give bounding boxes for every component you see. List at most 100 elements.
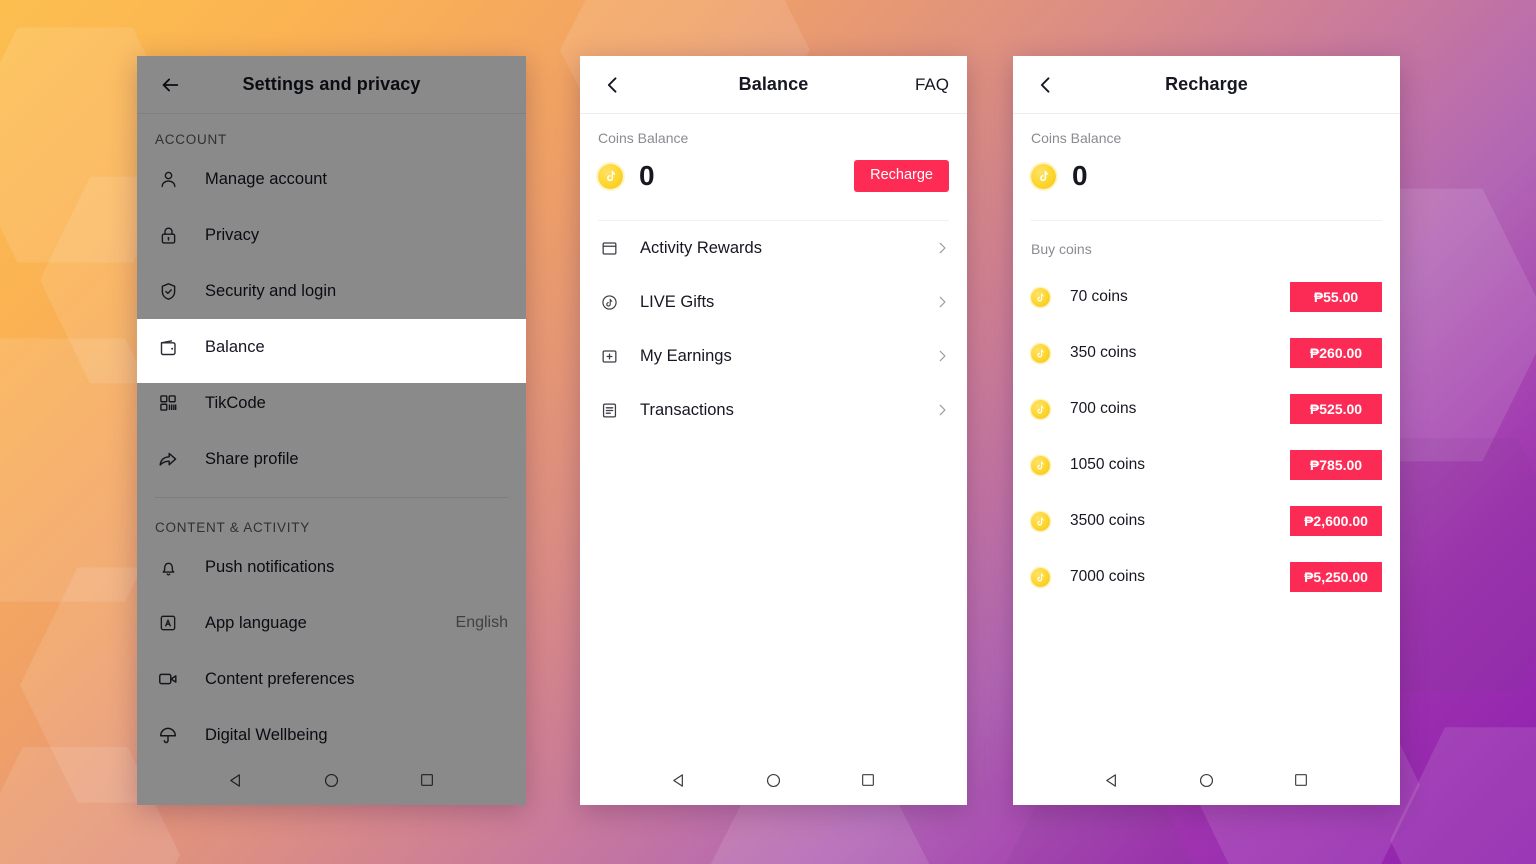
back-triangle-icon[interactable]: [660, 761, 698, 799]
sidebar-item-manage-account[interactable]: Manage account: [137, 151, 526, 207]
coin-package-price-button[interactable]: ₱785.00: [1290, 449, 1382, 481]
sidebar-item-privacy[interactable]: Privacy: [137, 207, 526, 263]
coin-package-price-button[interactable]: ₱55.00: [1290, 281, 1382, 313]
sidebar-item-app-language[interactable]: App language English: [137, 595, 526, 651]
sidebar-item-content-preferences[interactable]: Content preferences: [137, 651, 526, 707]
sidebar-item-label: App language: [205, 613, 307, 632]
coin-package-row[interactable]: 350 coins ₱260.00: [1013, 325, 1400, 381]
buy-coins-label: Buy coins: [1031, 241, 1092, 257]
section-label-content-activity: CONTENT & ACTIVITY: [155, 520, 311, 535]
screenshot-root: Settings and privacy ACCOUNT Manage acco…: [0, 0, 1536, 864]
balance-body: Coins Balance 0 Recharge Activity Reward…: [580, 114, 967, 755]
tiktok-coin-icon: [1031, 343, 1050, 363]
tiktok-coin-icon: [1031, 399, 1050, 419]
recents-square-icon[interactable]: [1282, 761, 1320, 799]
recharge-header: Recharge: [1013, 56, 1400, 114]
sidebar-item-tikcode[interactable]: TikCode: [137, 375, 526, 431]
settings-header: Settings and privacy: [137, 56, 526, 114]
back-triangle-icon[interactable]: [1093, 761, 1131, 799]
section-label-account: ACCOUNT: [155, 132, 227, 147]
faq-button[interactable]: FAQ: [915, 75, 949, 95]
sidebar-item-label: Security and login: [205, 281, 337, 300]
chevron-right-icon: [935, 241, 949, 255]
home-circle-icon[interactable]: [313, 761, 351, 799]
video-icon: [155, 666, 181, 692]
chevron-left-icon[interactable]: [598, 70, 628, 100]
coin-package-label: 1050 coins: [1070, 456, 1145, 473]
sidebar-item-label: Content preferences: [205, 669, 355, 688]
recharge-body: Coins Balance 0 Buy coins 70 coins ₱55.0…: [1013, 114, 1400, 755]
coin-package-price-button[interactable]: ₱260.00: [1290, 337, 1382, 369]
sidebar-item-security-and-login[interactable]: Security and login: [137, 263, 526, 319]
recents-square-icon[interactable]: [849, 761, 887, 799]
page-title: Settings and privacy: [242, 74, 421, 94]
chevron-left-icon[interactable]: [1031, 70, 1061, 100]
sidebar-item-value: English: [455, 614, 508, 631]
system-navigation-bar: [1013, 755, 1400, 805]
coins-balance-label: Coins Balance: [1031, 130, 1122, 146]
chevron-right-icon: [935, 349, 949, 363]
page-title: Balance: [738, 74, 809, 94]
balance-header: Balance FAQ: [580, 56, 967, 114]
home-circle-icon[interactable]: [1187, 761, 1225, 799]
tiktok-coin-icon: [1031, 455, 1050, 475]
menu-item-transactions[interactable]: Transactions: [580, 383, 967, 437]
recharge-button[interactable]: Recharge: [854, 160, 949, 192]
menu-item-label: LIVE Gifts: [640, 292, 715, 311]
lock-icon: [155, 222, 181, 248]
chevron-right-icon: [935, 403, 949, 417]
coins-balance-row: 0 Recharge: [580, 146, 967, 198]
coin-package-row[interactable]: 700 coins ₱525.00: [1013, 381, 1400, 437]
person-icon: [155, 166, 181, 192]
bell-icon: [155, 554, 181, 580]
coin-package-label: 350 coins: [1070, 344, 1137, 361]
sidebar-item-label: Balance: [205, 337, 265, 356]
back-triangle-icon[interactable]: [218, 761, 256, 799]
menu-item-my-earnings[interactable]: My Earnings: [580, 329, 967, 383]
menu-item-label: Activity Rewards: [640, 238, 762, 257]
recents-square-icon[interactable]: [408, 761, 446, 799]
coin-package-label: 7000 coins: [1070, 568, 1145, 585]
tiktok-coin-icon: [1031, 511, 1050, 531]
menu-item-live-gifts[interactable]: LIVE Gifts: [580, 275, 967, 329]
page-title: Recharge: [1165, 74, 1248, 94]
arrow-left-icon[interactable]: [155, 70, 185, 100]
sidebar-item-share-profile[interactable]: Share profile: [137, 431, 526, 487]
coin-package-price-button[interactable]: ₱2,600.00: [1290, 505, 1382, 537]
coins-balance-value: 0: [1072, 160, 1088, 191]
tiktok-coin-icon: [598, 163, 623, 189]
sidebar-item-digital-wellbeing[interactable]: Digital Wellbeing: [137, 707, 526, 755]
sidebar-item-label: Push notifications: [205, 557, 335, 576]
sidebar-item-label: Share profile: [205, 449, 299, 468]
coin-package-label: 700 coins: [1070, 400, 1137, 417]
coin-package-row[interactable]: 7000 coins ₱5,250.00: [1013, 549, 1400, 605]
sidebar-item-label: Privacy: [205, 225, 260, 244]
recharge-screen: Recharge Coins Balance 0 Buy coins 70 co…: [1013, 56, 1400, 805]
coin-package-row[interactable]: 70 coins ₱55.00: [1013, 269, 1400, 325]
coin-package-price-button[interactable]: ₱5,250.00: [1290, 561, 1382, 593]
share-icon: [155, 446, 181, 472]
menu-item-activity-rewards[interactable]: Activity Rewards: [580, 221, 967, 275]
umbrella-icon: [155, 722, 181, 748]
sidebar-item-label: TikCode: [205, 393, 266, 412]
sidebar-item-push-notifications[interactable]: Push notifications: [137, 539, 526, 595]
section-divider: [155, 497, 508, 498]
coin-package-row[interactable]: 1050 coins ₱785.00: [1013, 437, 1400, 493]
coin-package-price-button[interactable]: ₱525.00: [1290, 393, 1382, 425]
shield-icon: [155, 278, 181, 304]
sidebar-item-balance[interactable]: Balance: [137, 319, 526, 375]
coins-balance-value: 0: [639, 160, 655, 191]
sidebar-item-label: Manage account: [205, 169, 328, 188]
system-navigation-bar: [137, 755, 526, 805]
coin-package-row[interactable]: 3500 coins ₱2,600.00: [1013, 493, 1400, 549]
coins-balance-label: Coins Balance: [598, 130, 689, 146]
tiktok-coin-icon: [1031, 163, 1056, 189]
system-navigation-bar: [580, 755, 967, 805]
home-circle-icon[interactable]: [754, 761, 792, 799]
wallet-icon: [155, 334, 181, 360]
qrcode-icon: [155, 390, 181, 416]
settings-and-privacy-screen: Settings and privacy ACCOUNT Manage acco…: [137, 56, 526, 805]
activity-rewards-icon: [598, 237, 620, 259]
transactions-icon: [598, 399, 620, 421]
language-icon: [155, 610, 181, 636]
